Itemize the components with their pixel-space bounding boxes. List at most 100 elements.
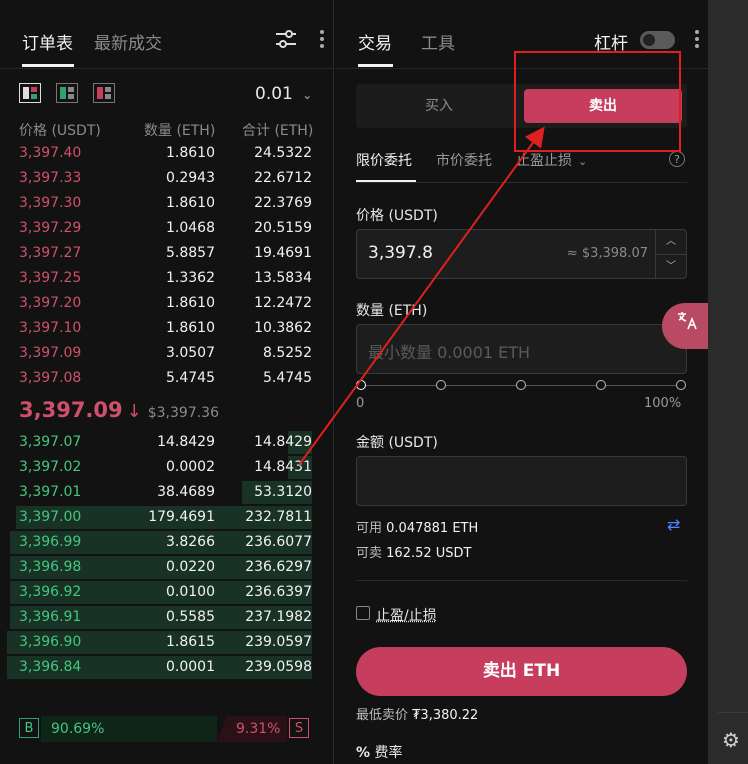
tab-orderbook[interactable]: 订单表 — [22, 29, 73, 54]
cell-price: 3,397.07 — [19, 434, 82, 450]
transfer-icon[interactable]: ⇄ — [667, 515, 680, 534]
bid-row[interactable]: 3,397.01 38.4689 53.3120 — [0, 480, 333, 505]
ask-row[interactable]: 3,397.27 5.8857 19.4691 — [0, 241, 333, 266]
slider-mark-100[interactable] — [676, 380, 686, 390]
price-input[interactable]: 3,397.8 ≈ $3,398.07 ︿ ﹀ — [356, 229, 687, 279]
bid-row[interactable]: 3,396.92 0.0100 236.6397 — [0, 580, 333, 605]
slider-mark-25[interactable] — [436, 380, 446, 390]
price-usd-hint: ≈ $3,398.07 — [566, 246, 648, 261]
bid-row[interactable]: 3,397.00 179.4691 232.7811 — [0, 505, 333, 530]
chevron-down-icon: ⌄ — [578, 155, 588, 168]
ask-row[interactable]: 3,397.30 1.8610 22.3769 — [0, 191, 333, 216]
bid-row[interactable]: 3,397.07 14.8429 14.8429 — [0, 430, 333, 455]
buy-tab-button[interactable]: 买入 — [356, 84, 522, 128]
bid-row[interactable]: 3,396.99 3.8266 236.6077 — [0, 530, 333, 555]
fee-rate[interactable]: % 费率 — [356, 742, 402, 762]
cell-price: 3,396.90 — [19, 634, 82, 650]
tp-sl-checkbox-label[interactable]: 止盈/止损 — [376, 605, 437, 625]
cell-qty: 1.8610 — [166, 145, 215, 161]
cell-price: 3,397.10 — [19, 320, 82, 336]
translate-icon[interactable] — [662, 303, 708, 349]
tab-trade[interactable]: 交易 — [358, 29, 392, 54]
layout-asks-icon[interactable] — [93, 83, 115, 103]
cell-qty: 5.8857 — [166, 245, 215, 261]
tp-sl-checkbox[interactable] — [356, 606, 370, 620]
layout-bids-icon[interactable] — [56, 83, 78, 103]
more-vertical-icon[interactable] — [693, 28, 701, 55]
sell-eth-button[interactable]: 卖出 ETH — [356, 647, 687, 696]
cell-price: 3,397.40 — [19, 145, 82, 161]
more-vertical-icon[interactable] — [318, 28, 326, 55]
ask-row[interactable]: 3,397.29 1.0468 20.5159 — [0, 216, 333, 241]
divider — [718, 712, 748, 713]
bid-row[interactable]: 3,396.98 0.0220 236.6297 — [0, 555, 333, 580]
cell-qty: 0.0002 — [166, 459, 215, 475]
cell-total: 24.5322 — [254, 145, 312, 161]
qty-placeholder: 最小数量 0.0001 ETH — [368, 343, 531, 362]
cell-qty: 1.8615 — [166, 634, 215, 650]
leverage-label: 杠杆 — [594, 34, 628, 54]
tab-tp-sl[interactable]: 止盈止损 ⌄ — [516, 150, 587, 170]
bid-row[interactable]: 3,396.84 0.0001 239.0598 — [0, 655, 333, 680]
ask-row[interactable]: 3,397.20 1.8610 12.2472 — [0, 291, 333, 316]
ask-row[interactable]: 3,397.08 5.4745 5.4745 — [0, 366, 333, 391]
bid-row[interactable]: 3,397.02 0.0002 14.8431 — [0, 455, 333, 480]
ask-row[interactable]: 3,397.40 1.8610 24.5322 — [0, 141, 333, 166]
chevron-down-icon[interactable]: ﹀ — [656, 255, 686, 279]
cell-total: 232.7811 — [245, 509, 312, 525]
tab-latest-trades[interactable]: 最新成交 — [94, 29, 162, 54]
ask-row[interactable]: 3,397.10 1.8610 10.3862 — [0, 316, 333, 341]
help-icon[interactable]: ? — [669, 151, 685, 167]
layout-both-icon[interactable] — [19, 83, 41, 103]
cell-total: 239.0598 — [245, 659, 312, 675]
ask-row[interactable]: 3,397.33 0.2943 22.6712 — [0, 166, 333, 191]
cell-qty: 3.0507 — [166, 345, 215, 361]
ask-row[interactable]: 3,397.25 1.3362 13.5834 — [0, 266, 333, 291]
leverage-toggle[interactable] — [640, 31, 675, 49]
last-price-value: 3,397.09 — [19, 398, 123, 422]
sell-tab-button[interactable]: 卖出 — [524, 89, 682, 123]
tp-sl-label: 止盈止损 — [516, 153, 572, 169]
cell-price: 3,397.25 — [19, 270, 82, 286]
tab-tools[interactable]: 工具 — [421, 29, 455, 54]
buy-sell-ratio: B 90.69% 9.31% S — [19, 716, 312, 742]
filter-settings-icon[interactable] — [275, 28, 297, 55]
qty-slider[interactable] — [356, 380, 686, 390]
cell-qty: 3.8266 — [166, 534, 215, 550]
active-tab-underline — [22, 64, 74, 67]
cell-total: 10.3862 — [254, 320, 312, 336]
cell-price: 3,396.98 — [19, 559, 82, 575]
bid-row[interactable]: 3,396.90 1.8615 239.0597 — [0, 630, 333, 655]
amount-input[interactable] — [356, 456, 687, 506]
slider-mark-50[interactable] — [516, 380, 526, 390]
gear-icon[interactable]: ⚙ — [722, 728, 748, 754]
qty-input[interactable]: 最小数量 0.0001 ETH — [356, 324, 687, 374]
cell-price: 3,397.20 — [19, 295, 82, 311]
cell-total: 13.5834 — [254, 270, 312, 286]
last-price[interactable]: 3,397.09 ↓ $3,397.36 — [19, 398, 219, 422]
chevron-up-icon[interactable]: ︿ — [656, 230, 686, 255]
divider — [356, 182, 687, 183]
slider-min-label: 0 — [356, 396, 365, 411]
cell-qty: 0.0001 — [166, 659, 215, 675]
cell-qty: 0.2943 — [166, 170, 215, 186]
header-total: 合计 (ETH) — [242, 123, 314, 139]
cell-price: 3,397.01 — [19, 484, 82, 500]
side-switch: 买入 卖出 — [356, 84, 687, 128]
tab-market-order[interactable]: 市价委托 — [436, 150, 492, 170]
tab-limit-order[interactable]: 限价委托 — [356, 150, 412, 170]
header-price: 价格 (USDT) — [19, 123, 101, 139]
bid-row[interactable]: 3,396.91 0.5585 237.1982 — [0, 605, 333, 630]
chevron-down-icon: ⌄ — [302, 88, 313, 102]
precision-select[interactable]: 0.01 ⌄ — [255, 84, 312, 104]
min-price-value: ₮3,380.22 — [412, 708, 479, 723]
cell-price: 3,396.92 — [19, 584, 82, 600]
ask-row[interactable]: 3,397.09 3.0507 8.5252 — [0, 341, 333, 366]
divider — [356, 580, 687, 581]
cell-price: 3,397.27 — [19, 245, 82, 261]
slider-mark-0[interactable] — [356, 380, 366, 390]
price-stepper[interactable]: ︿ ﹀ — [655, 230, 686, 278]
amount-label: 金额 (USDT) — [356, 435, 438, 451]
slider-mark-75[interactable] — [596, 380, 606, 390]
cell-price: 3,397.00 — [19, 509, 82, 525]
